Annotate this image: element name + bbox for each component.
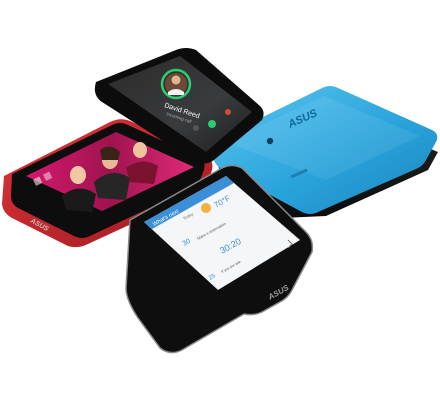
decline-call-icon[interactable]: [225, 109, 231, 115]
product-scene: ASUS ASUS David Reed Incoming call What'…: [0, 0, 440, 400]
slider-handle-icon[interactable]: [193, 125, 199, 131]
devices-illustration: ASUS ASUS David Reed Incoming call What'…: [2, 48, 438, 354]
person-face: [70, 166, 86, 184]
camera-icon: [266, 137, 274, 145]
answer-call-icon[interactable]: [208, 120, 216, 128]
person-face: [133, 142, 147, 158]
avatar-face: [171, 75, 181, 85]
sun-icon: [201, 203, 211, 213]
